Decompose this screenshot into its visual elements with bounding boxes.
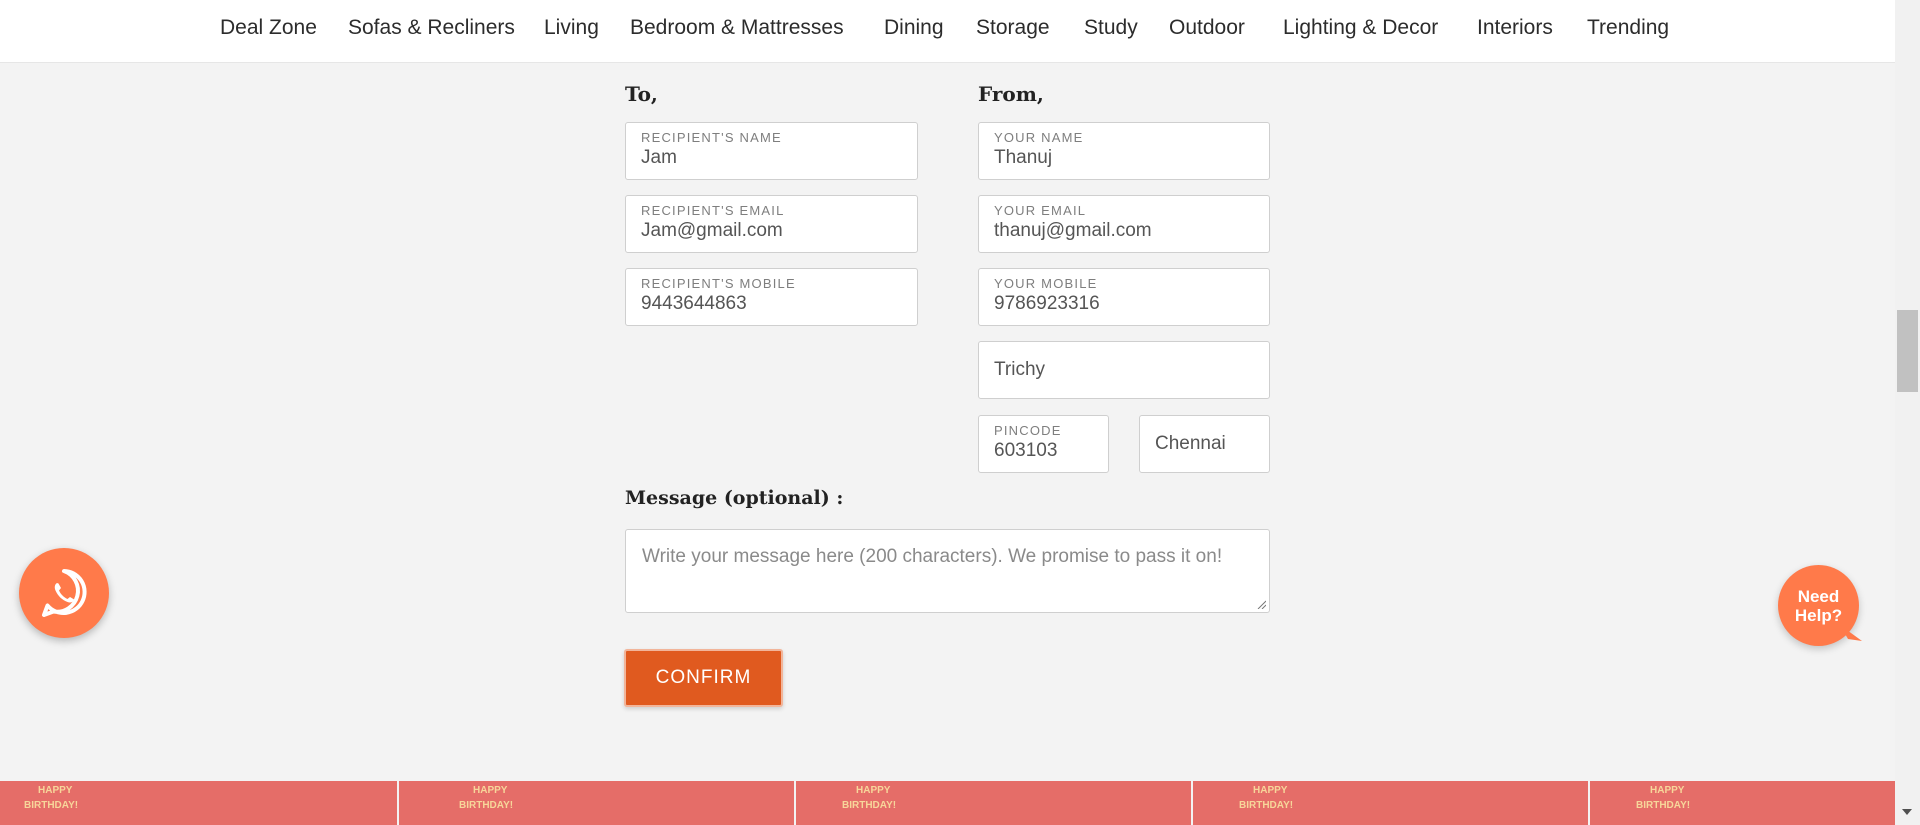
top-navigation: Deal Zone Sofas & Recliners Living Bedro… [0,0,1895,63]
banner-text-line2: BIRTHDAY! [1636,800,1691,811]
banner-text-line2: BIRTHDAY! [842,800,897,811]
resize-handle-icon[interactable] [1256,599,1266,609]
whatsapp-button[interactable] [19,548,109,638]
birthday-banner: HAPPY BIRTHDAY! HAPPY BIRTHDAY! HAPPY BI… [0,781,1895,825]
nav-item-deal-zone[interactable]: Deal Zone [220,16,317,40]
message-title: Message (optional) : [625,487,844,509]
your-name-field[interactable]: YOUR NAME Thanuj [978,122,1270,180]
banner-tile: HAPPY BIRTHDAY! [1191,781,1588,825]
nav-item-trending[interactable]: Trending [1587,16,1669,40]
recipient-email-value: Jam@gmail.com [641,220,783,241]
nav-item-dining[interactable]: Dining [884,16,944,40]
recipient-mobile-value: 9443644863 [641,293,747,314]
scroll-down-arrow-icon[interactable] [1902,809,1912,815]
message-textarea[interactable]: Write your message here (200 characters)… [625,529,1270,613]
your-mobile-value: 9786923316 [994,293,1100,314]
banner-text-line2: BIRTHDAY! [1239,800,1294,811]
pincode-field[interactable]: PINCODE 603103 [978,415,1109,473]
your-email-label: YOUR EMAIL [994,203,1087,218]
whatsapp-icon [42,569,87,617]
your-email-field[interactable]: YOUR EMAIL thanuj@gmail.com [978,195,1270,253]
address-value: Trichy [994,359,1046,380]
banner-text-line1: HAPPY [38,785,73,796]
pincode-label: PINCODE [994,423,1062,438]
banner-text-line1: HAPPY [856,785,891,796]
nav-item-storage[interactable]: Storage [976,16,1050,40]
confirm-button[interactable]: CONFIRM [624,649,783,707]
recipient-name-value: Jam [641,147,677,168]
recipient-mobile-field[interactable]: RECIPIENT'S MOBILE 9443644863 [625,268,918,326]
nav-item-sofas-recliners[interactable]: Sofas & Recliners [348,16,515,40]
your-mobile-field[interactable]: YOUR MOBILE 9786923316 [978,268,1270,326]
from-title: From, [978,82,1044,106]
banner-tile: HAPPY BIRTHDAY! [1588,781,1895,825]
banner-tile: HAPPY BIRTHDAY! [397,781,794,825]
banner-tile: HAPPY BIRTHDAY! [0,781,397,825]
nav-item-living[interactable]: Living [544,16,599,40]
need-help-line2: Help? [1794,605,1843,625]
nav-item-bedroom-mattresses[interactable]: Bedroom & Mattresses [630,16,844,40]
city-field[interactable]: Chennai [1139,415,1270,473]
recipient-email-label: RECIPIENT'S EMAIL [641,203,785,218]
to-title: To, [625,82,658,106]
banner-text-line1: HAPPY [1253,785,1288,796]
banner-text-line1: HAPPY [1650,785,1685,796]
your-name-label: YOUR NAME [994,130,1084,145]
pincode-value: 603103 [994,440,1058,461]
need-help-line1: Need [1797,586,1840,606]
recipient-name-field[interactable]: RECIPIENT'S NAME Jam [625,122,918,180]
banner-tile: HAPPY BIRTHDAY! [794,781,1191,825]
your-mobile-label: YOUR MOBILE [994,276,1098,291]
scrollbar-track[interactable] [1895,0,1920,825]
scrollbar-thumb[interactable] [1897,310,1918,392]
recipient-email-field[interactable]: RECIPIENT'S EMAIL Jam@gmail.com [625,195,918,253]
address-field[interactable]: Trichy [978,341,1270,399]
recipient-name-label: RECIPIENT'S NAME [641,130,782,145]
message-placeholder: Write your message here (200 characters)… [642,546,1223,567]
speech-bubble-tail-icon [1840,625,1862,641]
recipient-mobile-label: RECIPIENT'S MOBILE [641,276,796,291]
banner-text-line2: BIRTHDAY! [24,800,79,811]
your-email-value: thanuj@gmail.com [994,220,1152,241]
nav-item-lighting-decor[interactable]: Lighting & Decor [1283,16,1438,40]
nav-item-study[interactable]: Study [1084,16,1138,40]
your-name-value: Thanuj [994,147,1053,168]
city-value: Chennai [1155,433,1226,454]
banner-text-line2: BIRTHDAY! [459,800,514,811]
nav-item-interiors[interactable]: Interiors [1477,16,1553,40]
nav-item-outdoor[interactable]: Outdoor [1169,16,1245,40]
banner-text-line1: HAPPY [473,785,508,796]
